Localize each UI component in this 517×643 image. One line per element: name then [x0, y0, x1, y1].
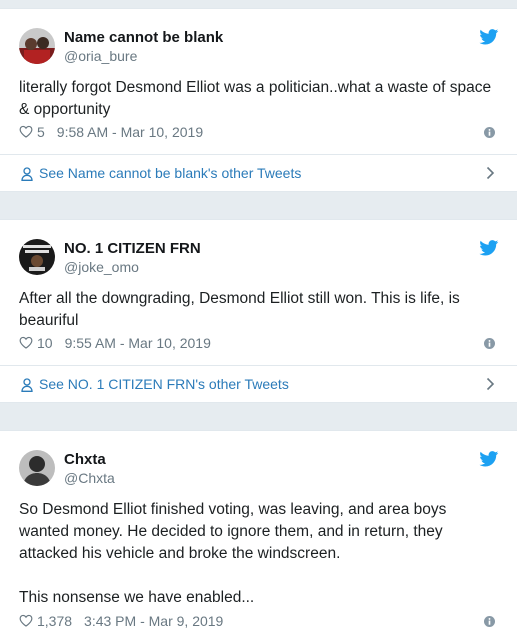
- see-other-tweets-link[interactable]: See Name cannot be blank's other Tweets: [0, 155, 517, 191]
- avatar[interactable]: [19, 239, 55, 275]
- see-other-tweets-label: See Name cannot be blank's other Tweets: [39, 165, 302, 181]
- tweet-meta: 10 9:55 AM - Mar 10, 2019: [19, 335, 211, 351]
- avatar[interactable]: [19, 28, 55, 64]
- tweet-timestamp[interactable]: 3:43 PM - Mar 9, 2019: [84, 613, 223, 629]
- avatar[interactable]: [19, 450, 55, 486]
- chevron-right-icon: [486, 166, 495, 180]
- author-name[interactable]: Name cannot be blank: [64, 29, 223, 46]
- heart-icon[interactable]: [19, 336, 33, 349]
- tweet-card: Name cannot be blank @oria_bure literall…: [0, 8, 517, 192]
- tweet-timestamp[interactable]: 9:55 AM - Mar 10, 2019: [65, 335, 211, 351]
- author-name[interactable]: Chxta: [64, 451, 106, 468]
- tweet-card: Chxta @Chxta So Desmond Elliot finished …: [0, 430, 517, 643]
- see-other-tweets-label: See NO. 1 CITIZEN FRN's other Tweets: [39, 376, 289, 392]
- author-handle[interactable]: @joke_omo: [64, 259, 139, 275]
- tweet-meta: 5 9:58 AM - Mar 10, 2019: [19, 124, 203, 140]
- see-other-tweets-link[interactable]: See NO. 1 CITIZEN FRN's other Tweets: [0, 366, 517, 402]
- info-icon[interactable]: [484, 338, 495, 349]
- info-icon[interactable]: [484, 127, 495, 138]
- tweet-text: After all the downgrading, Desmond Ellio…: [19, 290, 460, 329]
- like-count[interactable]: 5: [37, 124, 45, 140]
- chevron-right-icon: [486, 377, 495, 391]
- heart-icon[interactable]: [19, 614, 33, 627]
- twitter-bird-icon[interactable]: [479, 29, 499, 45]
- twitter-bird-icon[interactable]: [479, 240, 499, 256]
- tweet-card: NO. 1 CITIZEN FRN @joke_omo After all th…: [0, 219, 517, 403]
- tweet-text: So Desmond Elliot finished voting, was l…: [19, 501, 447, 562]
- like-count[interactable]: 1,378: [37, 613, 72, 629]
- person-icon: [21, 378, 33, 392]
- tweet-timestamp[interactable]: 9:58 AM - Mar 10, 2019: [57, 124, 203, 140]
- like-count[interactable]: 10: [37, 335, 53, 351]
- twitter-bird-icon[interactable]: [479, 451, 499, 467]
- tweet-meta: 1,378 3:43 PM - Mar 9, 2019: [19, 613, 223, 629]
- info-icon[interactable]: [484, 616, 495, 627]
- heart-icon[interactable]: [19, 125, 33, 138]
- tweet-text: literally forgot Desmond Elliot was a po…: [19, 79, 492, 118]
- tweet-text-continued: This nonsense we have enabled...: [19, 589, 255, 606]
- author-handle[interactable]: @Chxta: [64, 470, 115, 486]
- author-name[interactable]: NO. 1 CITIZEN FRN: [64, 240, 201, 257]
- author-handle[interactable]: @oria_bure: [64, 48, 137, 64]
- person-icon: [21, 167, 33, 181]
